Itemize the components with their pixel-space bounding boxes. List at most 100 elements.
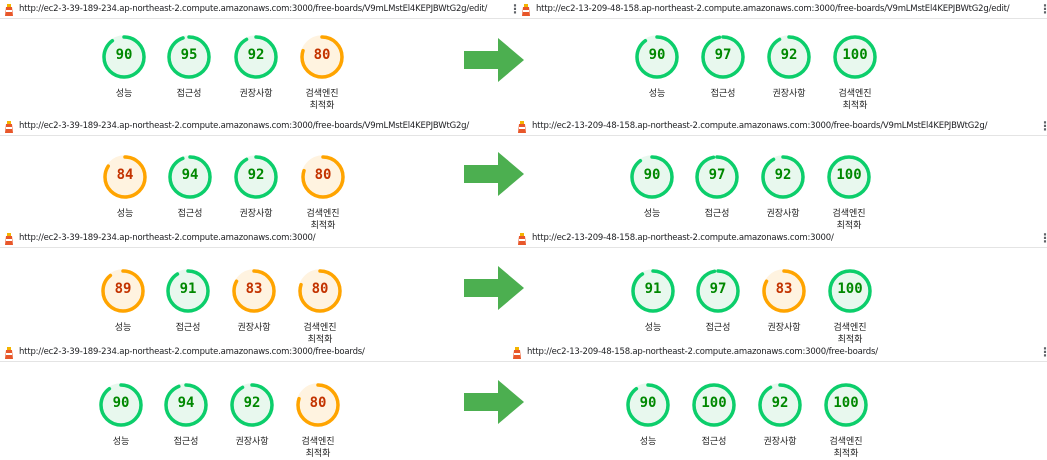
gauge-score: 100 [701, 395, 727, 411]
gauge-label: 권장사항 [239, 209, 273, 219]
page-url[interactable]: http://ec2-3-39-189-234.ap-northeast-2.c… [19, 343, 365, 361]
gauge-seo[interactable]: 100 검색엔진 최적화 [815, 154, 883, 232]
url-bar: http://ec2-13-209-48-158.ap-northeast-2.… [513, 229, 1047, 248]
url-bar: http://ec2-3-39-189-234.ap-northeast-2.c… [0, 0, 517, 19]
gauge-label: 접근성 [704, 209, 730, 219]
more-options-icon[interactable] [1039, 232, 1047, 244]
url-bar: http://ec2-13-209-48-158.ap-northeast-2.… [517, 0, 1047, 19]
gauge-seo[interactable]: 100 검색엔진 최적화 [812, 382, 880, 460]
gauge-accessibility[interactable]: 97 접근성 [684, 268, 752, 334]
gauge-seo[interactable]: 80 검색엔진 최적화 [284, 382, 352, 460]
lighthouse-icon [511, 345, 523, 359]
gauge-label: 접근성 [701, 437, 727, 447]
lighthouse-icon [516, 119, 528, 133]
gauge-label: 권장사항 [767, 323, 801, 333]
gauge-label: 접근성 [176, 89, 202, 99]
url-bar: http://ec2-3-39-189-234.ap-northeast-2.c… [0, 117, 517, 136]
page-url[interactable]: http://ec2-3-39-189-234.ap-northeast-2.c… [19, 0, 487, 18]
gauge-seo[interactable]: 80 검색엔진 최적화 [288, 34, 356, 112]
gauge-performance[interactable]: 90 성능 [618, 154, 686, 220]
page-url[interactable]: http://ec2-3-39-189-234.ap-northeast-2.c… [19, 229, 316, 247]
gauge-performance[interactable]: 90 성능 [614, 382, 682, 448]
gauge-accessibility[interactable]: 94 접근성 [152, 382, 220, 448]
gauge-best-practices[interactable]: 83 권장사항 [750, 268, 818, 334]
gauge-seo[interactable]: 80 검색엔진 최적화 [289, 154, 357, 232]
gauge-seo[interactable]: 80 검색엔진 최적화 [286, 268, 354, 346]
gauge-score: 97 [714, 47, 732, 63]
gauge-best-practices[interactable]: 92 권장사항 [222, 154, 290, 220]
gauge-performance[interactable]: 90 성능 [623, 34, 691, 100]
gauge-accessibility[interactable]: 97 접근성 [683, 154, 751, 220]
gauge-score: 80 [309, 395, 327, 411]
gauge-score: 89 [114, 281, 132, 297]
gauge-performance[interactable]: 84 성능 [91, 154, 159, 220]
gauge-label: 권장사항 [766, 209, 800, 219]
gauge-accessibility[interactable]: 94 접근성 [156, 154, 224, 220]
page-url[interactable]: http://ec2-13-209-48-158.ap-northeast-2.… [527, 343, 878, 361]
gauge-accessibility[interactable]: 95 접근성 [155, 34, 223, 100]
gauge-accessibility[interactable]: 97 접근성 [689, 34, 757, 100]
gauge-score: 91 [179, 281, 197, 297]
gauge-label: 성능 [115, 89, 133, 99]
gauge-score: 100 [836, 167, 862, 183]
lighthouse-icon [3, 119, 15, 133]
url-bar: http://ec2-3-39-189-234.ap-northeast-2.c… [0, 229, 517, 248]
gauge-performance[interactable]: 90 성능 [90, 34, 158, 100]
gauge-score: 80 [313, 47, 331, 63]
page-url[interactable]: http://ec2-13-209-48-158.ap-northeast-2.… [532, 117, 987, 135]
gauge-label: 권장사항 [239, 89, 273, 99]
gauge-score: 90 [115, 47, 133, 63]
more-options-icon[interactable] [1039, 346, 1047, 358]
gauge-label: 검색엔진 최적화 [838, 89, 872, 111]
gauge-best-practices[interactable]: 83 권장사항 [220, 268, 288, 334]
gauge-score: 91 [644, 281, 662, 297]
gauge-label: 성능 [114, 323, 132, 333]
gauge-accessibility[interactable]: 100 접근성 [680, 382, 748, 448]
gauge-score: 80 [314, 167, 332, 183]
arrow-right-icon [464, 152, 524, 196]
more-options-icon[interactable] [1039, 120, 1047, 132]
gauge-accessibility[interactable]: 91 접근성 [154, 268, 222, 334]
gauge-score: 92 [774, 167, 792, 183]
gauge-score: 92 [771, 395, 789, 411]
lighthouse-icon [3, 2, 15, 16]
gauge-performance[interactable]: 90 성능 [87, 382, 155, 448]
gauge-best-practices[interactable]: 92 권장사항 [749, 154, 817, 220]
gauge-seo[interactable]: 100 검색엔진 최적화 [821, 34, 889, 112]
gauge-label: 검색엔진 최적화 [301, 437, 335, 459]
gauge-label: 접근성 [710, 89, 736, 99]
gauge-score: 94 [177, 395, 195, 411]
gauge-score: 83 [775, 281, 793, 297]
gauge-score: 92 [247, 47, 265, 63]
lighthouse-icon [520, 2, 532, 16]
gauge-seo[interactable]: 100 검색엔진 최적화 [816, 268, 884, 346]
page-url[interactable]: http://ec2-13-209-48-158.ap-northeast-2.… [532, 229, 834, 247]
more-options-icon[interactable] [509, 3, 517, 15]
gauge-label: 성능 [643, 209, 661, 219]
gauge-label: 접근성 [705, 323, 731, 333]
gauge-performance[interactable]: 91 성능 [619, 268, 687, 334]
gauge-label: 검색엔진 최적화 [829, 437, 863, 459]
gauge-score: 83 [245, 281, 263, 297]
gauge-score: 84 [116, 167, 134, 183]
gauge-label: 성능 [116, 209, 134, 219]
more-options-icon[interactable] [1039, 3, 1047, 15]
page-url[interactable]: http://ec2-3-39-189-234.ap-northeast-2.c… [19, 117, 469, 135]
gauge-score: 80 [311, 281, 329, 297]
gauge-best-practices[interactable]: 92 권장사항 [222, 34, 290, 100]
page-url[interactable]: http://ec2-13-209-48-158.ap-northeast-2.… [536, 0, 1010, 18]
gauge-score: 92 [243, 395, 261, 411]
gauge-label: 권장사항 [237, 323, 271, 333]
arrow-right-icon [464, 380, 524, 424]
gauge-score: 92 [247, 167, 265, 183]
gauge-label: 성능 [648, 89, 666, 99]
gauge-score: 100 [837, 281, 863, 297]
gauge-score: 97 [709, 281, 727, 297]
arrow-right-icon [464, 266, 524, 310]
gauge-best-practices[interactable]: 92 권장사항 [218, 382, 286, 448]
gauge-best-practices[interactable]: 92 권장사항 [755, 34, 823, 100]
gauge-score: 90 [648, 47, 666, 63]
gauge-best-practices[interactable]: 92 권장사항 [746, 382, 814, 448]
gauge-score: 90 [643, 167, 661, 183]
gauge-performance[interactable]: 89 성능 [89, 268, 157, 334]
